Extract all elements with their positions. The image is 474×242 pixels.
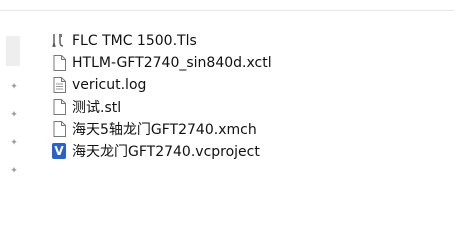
tool-icon bbox=[52, 33, 66, 49]
quick-access-pane: ✦ ✦ ✦ ✦ bbox=[6, 36, 24, 176]
pin-icon[interactable]: ✦ bbox=[9, 166, 19, 176]
pin-icon[interactable]: ✦ bbox=[9, 110, 19, 120]
file-name: 海天龙门GFT2740.vcproject bbox=[72, 144, 260, 160]
file-list: FLC TMC 1500.Tls HTLM-GFT2740_sin840d.xc… bbox=[52, 30, 272, 162]
file-name: FLC TMC 1500.Tls bbox=[72, 33, 197, 49]
vericut-project-icon: V bbox=[52, 143, 66, 159]
top-divider bbox=[0, 10, 454, 11]
file-icon bbox=[52, 99, 66, 115]
file-item[interactable]: V 海天龙门GFT2740.vcproject bbox=[52, 140, 272, 162]
pin-icon[interactable]: ✦ bbox=[9, 138, 19, 148]
file-item[interactable]: FLC TMC 1500.Tls bbox=[52, 30, 272, 52]
file-name: vericut.log bbox=[72, 77, 147, 93]
pin-icon[interactable]: ✦ bbox=[9, 82, 19, 92]
file-name: 测试.stl bbox=[72, 100, 122, 116]
quick-access-item-highlight[interactable] bbox=[6, 36, 20, 66]
file-name: 海天5轴龙门GFT2740.xmch bbox=[72, 122, 257, 138]
file-item[interactable]: 海天5轴龙门GFT2740.xmch bbox=[52, 118, 272, 140]
log-file-icon bbox=[52, 77, 66, 93]
file-name: HTLM-GFT2740_sin840d.xctl bbox=[72, 55, 272, 71]
file-icon bbox=[52, 121, 66, 137]
file-item[interactable]: 测试.stl bbox=[52, 96, 272, 118]
file-item[interactable]: vericut.log bbox=[52, 74, 272, 96]
file-item[interactable]: HTLM-GFT2740_sin840d.xctl bbox=[52, 52, 272, 74]
file-icon bbox=[52, 55, 66, 71]
